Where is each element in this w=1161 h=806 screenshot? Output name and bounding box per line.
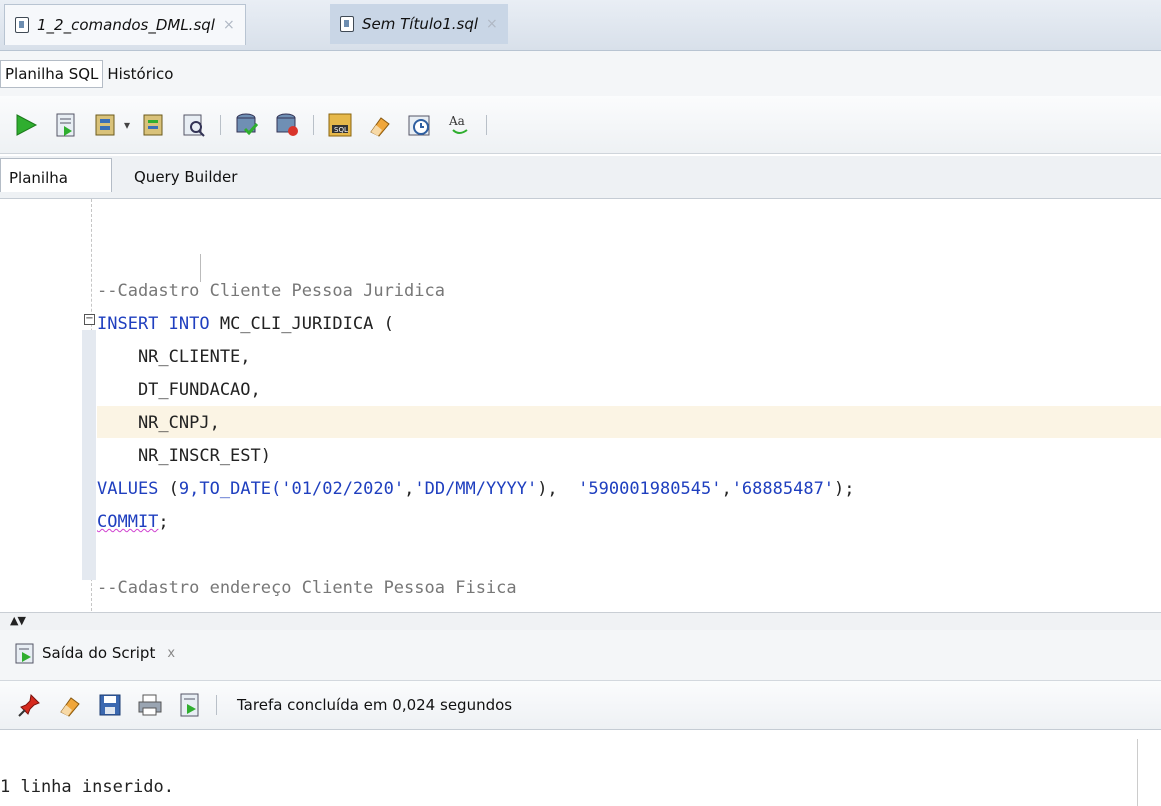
run-script-icon[interactable] — [176, 690, 204, 720]
fold-region — [82, 330, 96, 580]
close-tab-icon[interactable]: × — [223, 17, 235, 33]
current-line-highlight — [97, 406, 1161, 438]
close-tab-icon[interactable]: × — [486, 16, 498, 32]
run-statement-icon[interactable] — [12, 110, 40, 140]
code-text: MC_CLI_JURIDICA ( — [209, 314, 394, 334]
code-line: NR_CLIENTE, — [97, 347, 251, 367]
editor-tab-sem-titulo[interactable]: Sem Título1.sql × — [330, 4, 508, 44]
split-arrows-icon[interactable]: ▲▼ — [10, 614, 26, 627]
code-text: ; — [158, 512, 169, 532]
code-text: ( — [158, 479, 179, 499]
keyword: INSERT INTO — [97, 314, 210, 334]
pin-icon[interactable] — [16, 690, 44, 720]
task-status: Tarefa concluída em 0,024 segundos — [237, 696, 513, 714]
code-line: INSERT INTO MC_CLI_JURIDICA ( — [97, 314, 394, 334]
editor-tab-label: Sem Título1.sql — [362, 15, 479, 33]
explain-plan-icon[interactable] — [140, 110, 168, 140]
number-literal: 9 — [178, 479, 190, 499]
sql-sheet-tabs: Planilha SQL Histórico — [0, 51, 1161, 96]
tab-sql-sheet[interactable]: Planilha SQL — [0, 59, 104, 88]
rollback-icon[interactable] — [273, 110, 301, 140]
code-line: --Cadastro Cliente Pessoa Juridica — [97, 281, 445, 301]
toolbar-separator — [220, 114, 222, 135]
code-line: NR_CNPJ, — [97, 413, 220, 433]
commit-icon[interactable] — [233, 110, 261, 140]
keyword: VALUES — [97, 479, 159, 499]
collapse-icon[interactable]: − — [84, 314, 95, 325]
keyword: COMMIT — [97, 512, 159, 532]
save-icon[interactable] — [96, 690, 124, 720]
run-script-icon[interactable] — [52, 110, 80, 140]
string-literal: '590001980545' — [578, 479, 722, 499]
editor-tab-label: 1_2_comandos_DML.sql — [37, 16, 215, 34]
string-literal: 'DD/MM/YYYY' — [414, 479, 538, 499]
tab-query-builder[interactable]: Query Builder — [128, 164, 243, 190]
eraser-icon[interactable] — [56, 690, 84, 720]
output-tab-label: Saída do Script — [42, 644, 156, 662]
editor-tab-strip: 1_2_comandos_DML.sql × Sem Título1.sql × — [0, 0, 1161, 51]
chevron-down-icon[interactable]: ▾ — [124, 118, 130, 132]
svg-text:SQL: SQL — [334, 126, 348, 134]
unshared-sql-icon[interactable]: SQL — [326, 110, 354, 140]
code-line: NR_INSCR_EST) — [97, 446, 271, 466]
sql-file-icon — [15, 17, 29, 33]
code-text: , — [404, 479, 415, 499]
toolbar-separator — [486, 114, 488, 135]
code-line: DT_FUNDACAO, — [97, 380, 261, 400]
format-case-icon[interactable]: Aa — [446, 110, 474, 140]
output-scrollbar[interactable] — [1137, 739, 1138, 806]
autotrace-icon[interactable] — [92, 110, 120, 140]
tab-history[interactable]: Histórico — [103, 61, 177, 87]
close-tab-icon[interactable]: x — [167, 646, 175, 661]
output-result-text: 1 linha inserido. — [0, 777, 174, 797]
code-line: --Cadastro endereço Cliente Pessoa Fisic… — [97, 578, 517, 598]
string-literal: '01/02/2020' — [281, 479, 405, 499]
text-cursor-icon — [200, 254, 201, 282]
script-output-icon — [15, 643, 34, 664]
function-name: ,TO_DATE( — [189, 479, 282, 499]
sql-editor[interactable]: − --Cadastro Cliente Pessoa Juridica INS… — [0, 199, 1161, 611]
code-text: ); — [834, 479, 855, 499]
output-toolbar: Tarefa concluída em 0,024 segundos — [0, 680, 1161, 730]
tab-worksheet[interactable]: Planilha — [0, 158, 112, 192]
tab-script-output[interactable]: Saída do Script x — [14, 642, 175, 664]
panel-splitter[interactable]: ▲▼ — [0, 612, 1161, 631]
sql-file-icon — [340, 16, 354, 32]
print-icon[interactable] — [136, 690, 164, 720]
svg-text:Aa: Aa — [448, 114, 465, 128]
eraser-icon[interactable] — [366, 110, 394, 140]
script-output-area[interactable]: 1 linha inserido. — [0, 731, 1161, 806]
code-line: VALUES (9,TO_DATE('01/02/2020','DD/MM/YY… — [97, 479, 855, 499]
worksheet-tabs: Planilha Query Builder — [0, 156, 1161, 199]
sql-tuning-icon[interactable] — [180, 110, 208, 140]
sql-history-icon[interactable] — [406, 110, 434, 140]
editor-tab-comandos-dml[interactable]: 1_2_comandos_DML.sql × — [4, 4, 246, 45]
string-literal: '68885487' — [731, 479, 835, 499]
worksheet-toolbar: ▾ SQL Aa — [0, 96, 1161, 154]
toolbar-separator — [216, 695, 217, 715]
code-text: , — [721, 479, 732, 499]
code-line: COMMIT; — [97, 512, 169, 532]
code-text: ), — [537, 479, 579, 499]
toolbar-separator — [313, 114, 315, 135]
output-tab-bar: Saída do Script x — [0, 630, 1161, 680]
